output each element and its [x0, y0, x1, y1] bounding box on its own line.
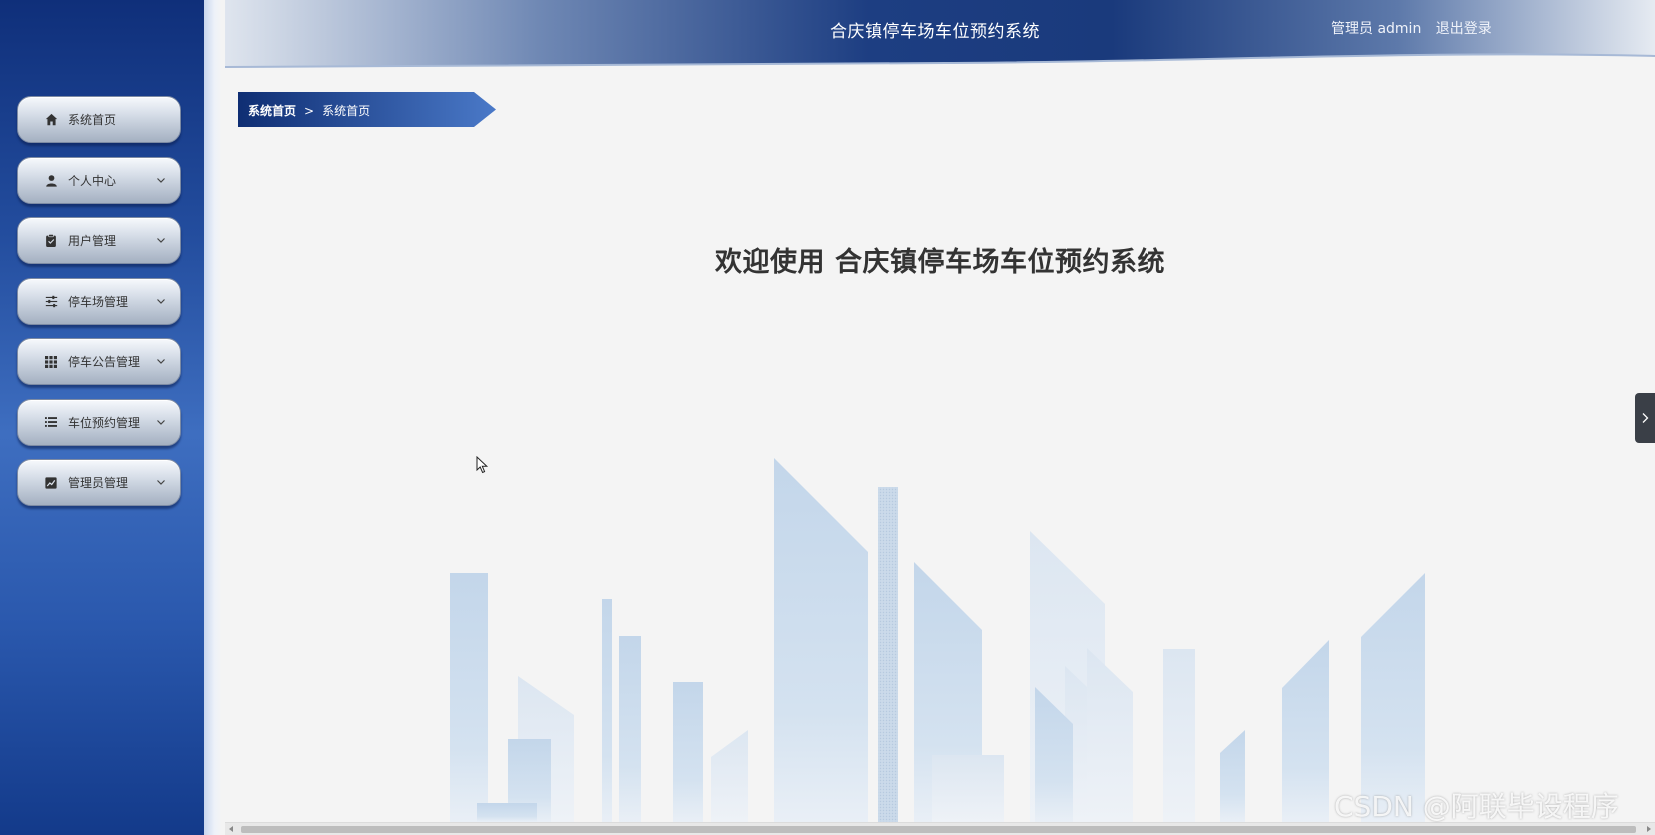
sidebar-menu: 系统首页 个人中心 用户管理 停车场管理 停车公告管理 车位预约管理 管理员管理 [17, 96, 181, 520]
sidebar-item-label: 系统首页 [68, 113, 117, 127]
sidebar-edge [204, 0, 222, 835]
sidebar-item-reservations[interactable]: 车位预约管理 [17, 398, 181, 446]
sidebar-item-profile[interactable]: 个人中心 [17, 156, 181, 204]
current-user-label: 管理员 admin [1331, 21, 1422, 37]
user-icon [44, 173, 58, 187]
breadcrumb-trail: 系统首页 > 系统首页 [248, 102, 370, 119]
top-header: 合庆镇停车场车位预约系统 管理员 admin 退出登录 [225, 0, 1655, 70]
home-icon [44, 113, 58, 127]
sidebar-item-label: 停车场管理 [68, 294, 129, 309]
chevron-down-icon [157, 238, 165, 243]
sidebar-item-notices[interactable]: 停车公告管理 [17, 338, 181, 385]
breadcrumb-separator: > [304, 104, 315, 118]
welcome-heading: 欢迎使用 合庆镇停车场车位预约系统 [715, 247, 1165, 278]
logout-link[interactable]: 退出登录 [1436, 21, 1492, 37]
sidebar-item-parking[interactable]: 停车场管理 [17, 277, 181, 325]
chevron-down-icon [157, 359, 165, 364]
skyline-buildings [450, 458, 1425, 822]
chevron-down-icon [157, 419, 165, 425]
scrollbar-thumb[interactable] [241, 826, 1636, 833]
breadcrumb-current: 系统首页 [322, 104, 371, 118]
chevron-down-icon [157, 177, 165, 183]
header-user-area: 管理员 admin 退出登录 [1331, 18, 1492, 38]
breadcrumb-home-link[interactable]: 系统首页 [248, 104, 296, 118]
chevron-down-icon [157, 298, 165, 304]
sliders-icon [44, 294, 58, 308]
chart-icon [44, 476, 58, 490]
chevron-right-icon [1642, 413, 1649, 423]
city-skyline-illustration [450, 458, 1425, 822]
watermark-text: CSDN @阿联毕设程序 [1334, 790, 1619, 823]
mouse-cursor-icon [476, 456, 489, 474]
side-panel-toggle[interactable] [1635, 393, 1655, 443]
scroll-left-arrow-icon[interactable] [229, 826, 233, 832]
sidebar-item-label: 管理员管理 [68, 476, 129, 490]
sidebar-item-home[interactable]: 系统首页 [17, 96, 181, 143]
sidebar-item-label: 停车公告管理 [68, 355, 141, 369]
sidebar-item-admins[interactable]: 管理员管理 [17, 459, 181, 506]
clipboard-icon [44, 234, 58, 248]
sidebar: 系统首页 个人中心 用户管理 停车场管理 停车公告管理 车位预约管理 管理员管理 [0, 0, 207, 835]
chevron-down-icon [157, 480, 165, 485]
grid-icon [44, 355, 58, 369]
sidebar-item-label: 车位预约管理 [68, 415, 141, 430]
sidebar-item-users[interactable]: 用户管理 [17, 217, 181, 264]
scroll-right-arrow-icon[interactable] [1647, 826, 1651, 832]
sidebar-item-label: 用户管理 [68, 234, 117, 248]
list-icon [44, 415, 58, 429]
sidebar-item-label: 个人中心 [68, 173, 117, 188]
